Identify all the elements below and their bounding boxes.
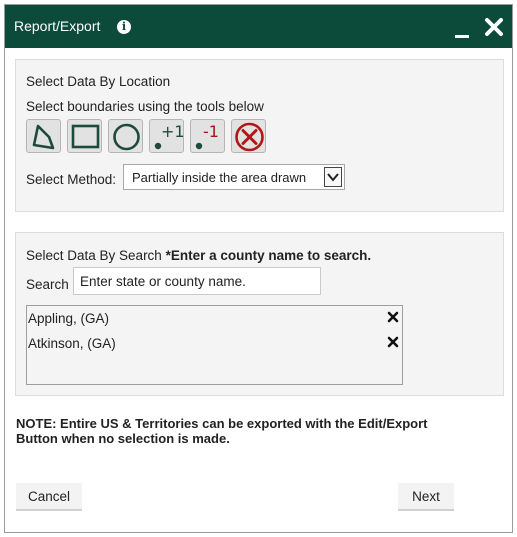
remove-point-label: -1 [203, 122, 219, 141]
rectangle-tool[interactable] [67, 119, 102, 153]
location-heading: Select Data By Location [26, 74, 171, 89]
remove-point-icon: -1 [195, 122, 219, 150]
chevron-down-icon[interactable] [324, 167, 342, 187]
next-button[interactable]: Next [398, 483, 454, 511]
info-icon[interactable]: i [117, 20, 131, 34]
search-heading-text: Select Data By Search [26, 248, 162, 263]
rectangle-icon [71, 124, 100, 149]
add-point-icon: +1 [154, 122, 185, 150]
add-point-tool[interactable]: +1 [149, 119, 185, 153]
location-subheading: Select boundaries using the tools below [26, 99, 264, 114]
remove-icon[interactable] [387, 311, 399, 323]
polygon-tool[interactable] [26, 119, 61, 153]
method-label: Select Method: [26, 172, 117, 187]
report-export-dialog: Report/Export i Select Data By Location … [4, 4, 513, 533]
list-item[interactable]: Appling, (GA) [27, 308, 402, 330]
search-input[interactable] [73, 267, 321, 295]
dialog-title: Report/Export [14, 18, 101, 34]
clear-tool[interactable] [231, 119, 266, 153]
search-label: Search [26, 277, 69, 292]
search-panel: Select Data By Search *Enter a county na… [15, 232, 504, 396]
method-select-value: Partially inside the area drawn [132, 170, 307, 185]
circle-icon [113, 123, 140, 151]
minimize-icon[interactable] [455, 35, 469, 38]
dialog-titlebar[interactable]: Report/Export i [5, 5, 512, 48]
cancel-button[interactable]: Cancel [16, 483, 82, 511]
location-panel: Select Data By Location Select boundarie… [15, 59, 504, 212]
export-note: NOTE: Entire US & Territories can be exp… [16, 416, 428, 446]
list-item-label: Atkinson, (GA) [28, 336, 116, 351]
polygon-icon [32, 124, 55, 150]
circle-tool[interactable] [108, 119, 143, 153]
search-hint: *Enter a county name to search. [165, 248, 372, 263]
list-item[interactable]: Atkinson, (GA) [27, 333, 402, 355]
selection-list[interactable]: Appling, (GA) Atkinson, (GA) [26, 305, 403, 385]
method-select[interactable]: Partially inside the area drawn [123, 164, 345, 190]
close-icon[interactable] [483, 16, 505, 38]
remove-point-tool[interactable]: -1 [190, 119, 225, 153]
list-item-label: Appling, (GA) [28, 311, 110, 326]
search-heading: Select Data By Search *Enter a county na… [26, 248, 371, 263]
remove-icon[interactable] [387, 336, 399, 348]
add-point-label: +1 [161, 122, 185, 141]
clear-icon [235, 122, 264, 152]
